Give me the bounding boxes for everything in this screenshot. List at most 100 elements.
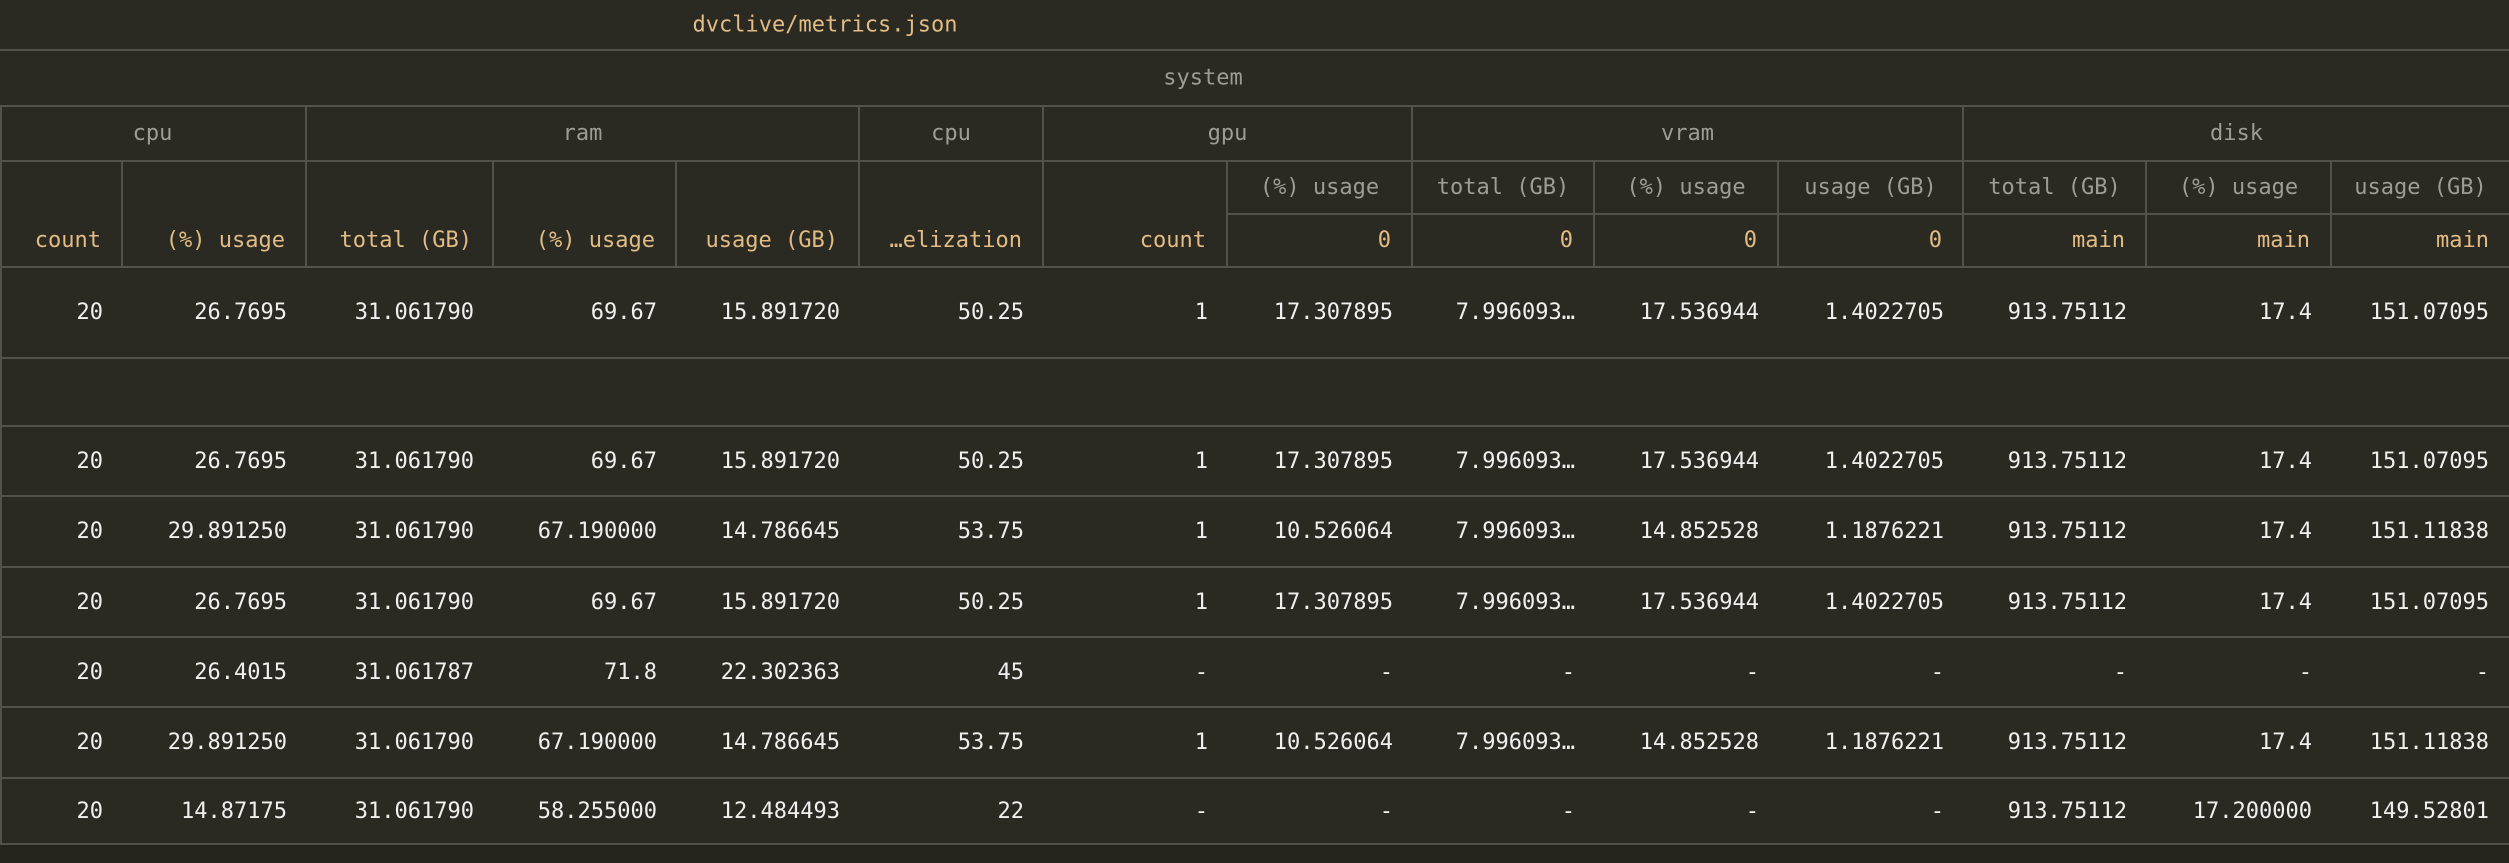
cell-r1-c11: 1.4022705 <box>1779 268 1964 359</box>
col-leaf-disk-total-gb-main: main <box>1964 215 2147 268</box>
cell-r6-c8: - <box>1228 638 1413 708</box>
cell-r6-c10: - <box>1595 638 1779 708</box>
cell-r2-c8 <box>1228 359 1413 427</box>
cell-r3-c1: 20 <box>0 427 123 497</box>
cell-r1-c14: 151.07095 <box>2332 268 2509 359</box>
cell-r8-c6: 22 <box>860 779 1044 845</box>
cell-r3-c6: 50.25 <box>860 427 1044 497</box>
col-header-gpu-pct-usage: (%) usage <box>1228 162 1413 215</box>
col-leaf-vram-pct-usage-0: 0 <box>1595 215 1779 268</box>
col-header-disk-usage-gb: usage (GB) <box>2332 162 2509 215</box>
cell-r5-c3: 31.061790 <box>307 568 494 638</box>
group-label: ram <box>563 121 603 146</box>
cell-r4-c6: 53.75 <box>860 497 1044 568</box>
cell-r8-c2: 14.87175 <box>123 779 307 845</box>
cell-r8-c3: 31.061790 <box>307 779 494 845</box>
cell-r6-c14: - <box>2332 638 2509 708</box>
col-header-cpu-utilization: …elization <box>860 162 1044 268</box>
col-leaf-vram-total-gb-0: 0 <box>1413 215 1595 268</box>
cell-r4-c5: 14.786645 <box>677 497 860 568</box>
cell-r4-c7: 1 <box>1044 497 1228 568</box>
col-leaf-disk-usage-gb-main: main <box>2332 215 2509 268</box>
col-leaf-vram-usage-gb-0: 0 <box>1779 215 1964 268</box>
cell-r6-c13: - <box>2147 638 2332 708</box>
cell-r3-c9: 7.996093… <box>1413 427 1595 497</box>
cell-r7-c13: 17.4 <box>2147 708 2332 779</box>
cell-r6-c12: - <box>1964 638 2147 708</box>
cell-r5-c5: 15.891720 <box>677 568 860 638</box>
cell-r1-c13: 17.4 <box>2147 268 2332 359</box>
section-header-system: system <box>1163 66 1242 91</box>
cell-r1-c8: 17.307895 <box>1228 268 1413 359</box>
group-header-disk: disk <box>1964 107 2509 162</box>
table-left-border <box>0 107 2 845</box>
cell-r7-c11: 1.1876221 <box>1779 708 1964 779</box>
cell-r1-c3: 31.061790 <box>307 268 494 359</box>
group-label: vram <box>1661 121 1714 146</box>
cell-r3-c11: 1.4022705 <box>1779 427 1964 497</box>
table-bottom-strip <box>0 845 2509 863</box>
cell-r1-c12: 913.75112 <box>1964 268 2147 359</box>
col-header-cpu-pct-usage: (%) usage <box>123 162 307 268</box>
cell-r2-c13 <box>2147 359 2332 427</box>
group-label: gpu <box>1208 121 1248 146</box>
cell-r4-c14: 151.11838 <box>2332 497 2509 568</box>
col-leaf-gpu-pct-usage-0: 0 <box>1228 215 1413 268</box>
cell-r6-c2: 26.4015 <box>123 638 307 708</box>
cell-r5-c12: 913.75112 <box>1964 568 2147 638</box>
cell-r5-c4: 69.67 <box>494 568 677 638</box>
cell-r8-c10: - <box>1595 779 1779 845</box>
cell-r7-c14: 151.11838 <box>2332 708 2509 779</box>
col-header-ram-usage-gb: usage (GB) <box>677 162 860 268</box>
col-header-ram-pct-usage: (%) usage <box>494 162 677 268</box>
col-header-disk-total-gb: total (GB) <box>1964 162 2147 215</box>
cell-r7-c12: 913.75112 <box>1964 708 2147 779</box>
cell-r7-c10: 14.852528 <box>1595 708 1779 779</box>
cell-r4-c10: 14.852528 <box>1595 497 1779 568</box>
cell-r4-c1: 20 <box>0 497 123 568</box>
cell-r4-c4: 67.190000 <box>494 497 677 568</box>
cell-r8-c14: 149.52801 <box>2332 779 2509 845</box>
group-header-vram: vram <box>1413 107 1964 162</box>
col-header-ram-total-gb: total (GB) <box>307 162 494 268</box>
cell-r3-c3: 31.061790 <box>307 427 494 497</box>
cell-r7-c8: 10.526064 <box>1228 708 1413 779</box>
col-leaf-disk-pct-usage-main: main <box>2147 215 2332 268</box>
col-header-cpu-count: count <box>0 162 123 268</box>
cell-r1-c10: 17.536944 <box>1595 268 1779 359</box>
cell-r7-c1: 20 <box>0 708 123 779</box>
cell-r8-c12: 913.75112 <box>1964 779 2147 845</box>
group-header-cpu: cpu <box>0 107 307 162</box>
table-title: dvclive/metrics.json <box>693 12 958 37</box>
cell-r7-c9: 7.996093… <box>1413 708 1595 779</box>
cell-r2-c6 <box>860 359 1044 427</box>
cell-r5-c2: 26.7695 <box>123 568 307 638</box>
cell-r6-c5: 22.302363 <box>677 638 860 708</box>
cell-r4-c12: 913.75112 <box>1964 497 2147 568</box>
metrics-table: dvclive/metrics.json system cpu ram cpu … <box>0 0 2509 863</box>
section-header-row: system <box>0 51 2509 107</box>
cell-r6-c1: 20 <box>0 638 123 708</box>
cell-r4-c9: 7.996093… <box>1413 497 1595 568</box>
cell-r1-c9: 7.996093… <box>1413 268 1595 359</box>
cell-r7-c5: 14.786645 <box>677 708 860 779</box>
cell-r1-c4: 69.67 <box>494 268 677 359</box>
cell-r2-c1 <box>0 359 123 427</box>
cell-r2-c3 <box>307 359 494 427</box>
cell-r8-c1: 20 <box>0 779 123 845</box>
cell-r8-c13: 17.200000 <box>2147 779 2332 845</box>
group-label: cpu <box>931 121 971 146</box>
cell-r4-c2: 29.891250 <box>123 497 307 568</box>
group-header-ram: ram <box>307 107 860 162</box>
cell-r4-c8: 10.526064 <box>1228 497 1413 568</box>
col-header-gpu-count: count <box>1044 162 1228 268</box>
cell-r5-c14: 151.07095 <box>2332 568 2509 638</box>
cell-r3-c10: 17.536944 <box>1595 427 1779 497</box>
cell-r7-c4: 67.190000 <box>494 708 677 779</box>
cell-r5-c8: 17.307895 <box>1228 568 1413 638</box>
cell-r7-c7: 1 <box>1044 708 1228 779</box>
cell-r5-c1: 20 <box>0 568 123 638</box>
cell-r2-c4 <box>494 359 677 427</box>
col-header-disk-pct-usage: (%) usage <box>2147 162 2332 215</box>
cell-r8-c9: - <box>1413 779 1595 845</box>
